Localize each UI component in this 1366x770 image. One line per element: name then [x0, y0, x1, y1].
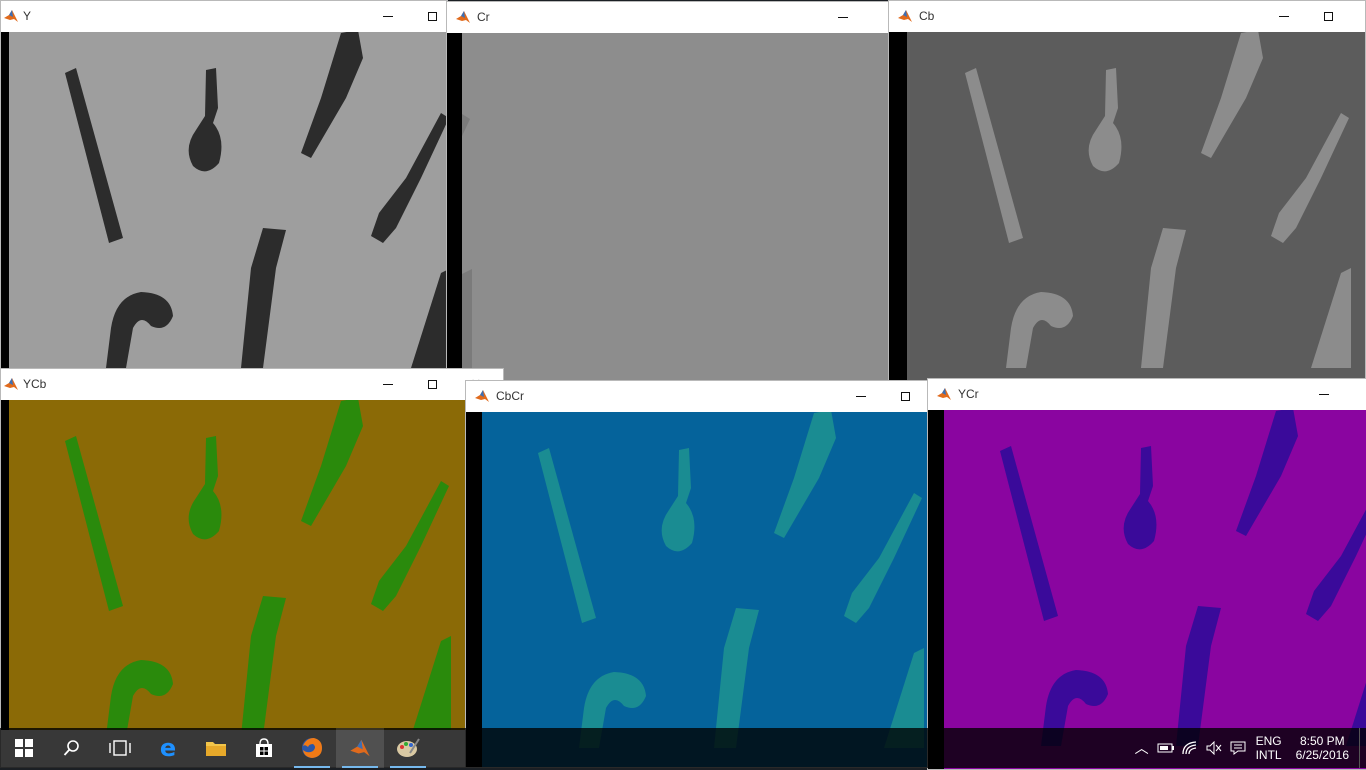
matlab-button[interactable] [336, 728, 384, 768]
title-bar[interactable]: Y [1, 1, 447, 31]
store-button[interactable] [240, 728, 288, 768]
edge-button[interactable]: e [144, 728, 192, 768]
image-ycb [1, 400, 465, 767]
maximize-button[interactable] [417, 369, 447, 399]
window-title: Y [23, 9, 32, 23]
keyboard-layout: INTL [1255, 748, 1282, 762]
battery-icon [1157, 743, 1174, 753]
matlab-icon [4, 10, 18, 22]
battery-button[interactable] [1154, 728, 1178, 768]
window-title: Cb [919, 9, 935, 23]
system-tray: ︿ ENG INTL 8:50 PM 6/25/2016 [1130, 728, 1366, 768]
chevron-up-icon: ︿ [1134, 740, 1149, 756]
volume-button[interactable] [1202, 728, 1226, 768]
matlab-icon [456, 11, 470, 23]
title-bar[interactable]: YCr [928, 379, 1366, 409]
window-y[interactable]: Y [0, 0, 448, 370]
paint-palette-icon [397, 738, 420, 757]
paint-button[interactable] [384, 728, 432, 768]
image-ycr [928, 410, 1366, 769]
image-cb [889, 32, 1365, 381]
language-code: ENG [1255, 734, 1282, 748]
window-title: CbCr [496, 389, 525, 403]
matlab-icon [475, 390, 489, 402]
network-button[interactable] [1178, 728, 1202, 768]
show-desktop-button[interactable] [1359, 728, 1366, 768]
minimize-button[interactable] [1309, 379, 1339, 409]
windows-logo-icon [15, 739, 33, 757]
minimize-button[interactable] [373, 369, 403, 399]
file-explorer-button[interactable] [192, 728, 240, 768]
volume-muted-icon [1206, 741, 1221, 755]
folder-icon [206, 742, 226, 756]
image-y [1, 32, 447, 369]
title-bar[interactable]: Cb [889, 1, 1365, 31]
title-bar[interactable]: CbCr [466, 381, 928, 411]
start-button[interactable] [0, 728, 48, 768]
clock-button[interactable]: 8:50 PM 6/25/2016 [1296, 734, 1349, 762]
firefox-icon [302, 738, 322, 758]
minimize-button[interactable] [846, 381, 876, 411]
search-icon [63, 740, 79, 756]
matlab-icon [937, 388, 951, 400]
maximize-button[interactable] [1313, 1, 1343, 31]
edge-icon: e [159, 734, 177, 762]
firefox-button[interactable] [288, 728, 336, 768]
matlab-icon [898, 10, 912, 22]
window-ycb[interactable]: YCb ✕ [0, 368, 504, 768]
minimize-button[interactable] [828, 2, 858, 32]
wifi-icon [1181, 741, 1196, 755]
clock-date: 6/25/2016 [1295, 748, 1349, 762]
window-title: Cr [477, 10, 490, 24]
taskbar: e ︿ ENG INTL 8:50 PM 6/25/2016 [0, 728, 1366, 768]
maximize-button[interactable] [890, 381, 920, 411]
store-bag-icon [256, 738, 272, 757]
window-cr[interactable]: Cr [446, 1, 891, 381]
image-cr [447, 33, 890, 380]
image-cbcr [466, 412, 928, 767]
notifications-button[interactable] [1226, 728, 1250, 768]
notification-icon [1230, 741, 1246, 755]
search-button[interactable] [48, 728, 96, 768]
clock-time: 8:50 PM [1299, 734, 1345, 748]
maximize-button[interactable] [417, 1, 447, 31]
matlab-icon [4, 378, 18, 390]
window-title: YCb [23, 377, 47, 391]
minimize-button[interactable] [1269, 1, 1299, 31]
matlab-icon [350, 739, 370, 757]
window-cbcr[interactable]: CbCr [465, 380, 929, 768]
show-hidden-icons-button[interactable]: ︿ [1130, 728, 1154, 768]
title-bar[interactable]: Cr [447, 2, 890, 32]
task-view-icon [109, 740, 131, 756]
window-title: YCr [958, 387, 979, 401]
title-bar[interactable]: YCb ✕ [1, 369, 503, 399]
input-language-button[interactable]: ENG INTL [1256, 734, 1282, 762]
window-ycr[interactable]: YCr [927, 378, 1366, 770]
minimize-button[interactable] [373, 1, 403, 31]
window-cb[interactable]: Cb [888, 0, 1366, 382]
task-view-button[interactable] [96, 728, 144, 768]
